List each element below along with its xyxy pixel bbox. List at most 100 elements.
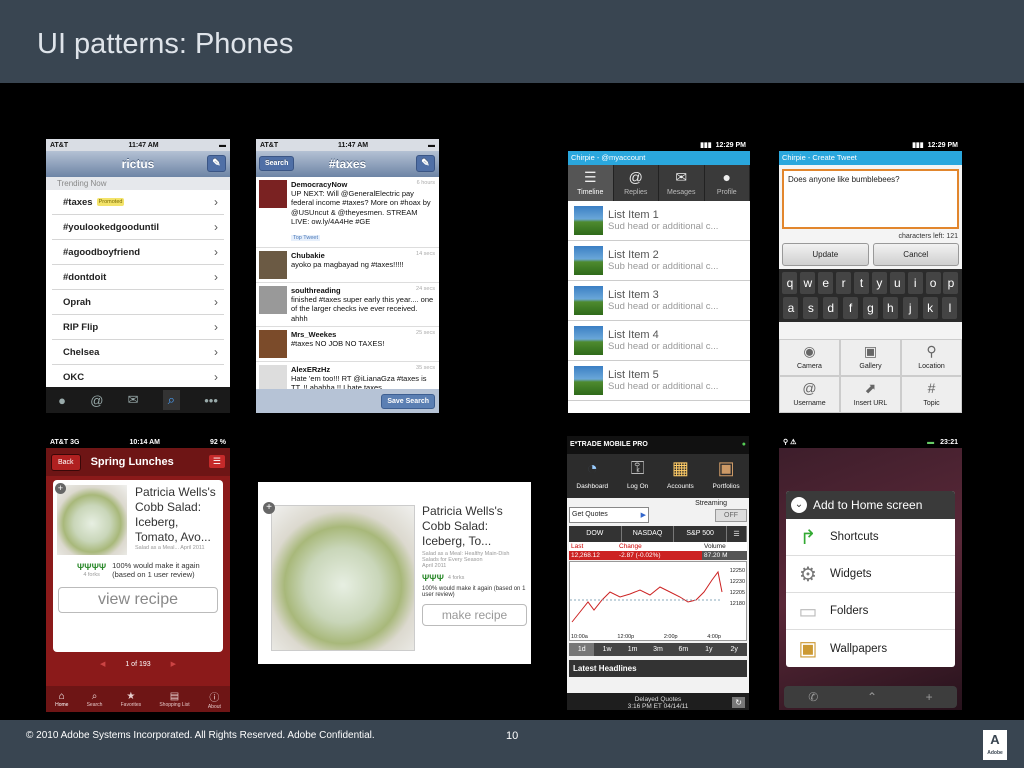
key[interactable]: w bbox=[800, 272, 816, 294]
key[interactable]: s bbox=[803, 297, 819, 319]
portfolios-button[interactable]: ▣ Portfolios bbox=[713, 458, 740, 498]
key[interactable]: d bbox=[823, 297, 839, 319]
option-shortcuts[interactable]: ↱ Shortcuts bbox=[786, 519, 955, 556]
trend-item[interactable]: #taxes Promoted › bbox=[52, 190, 224, 215]
tab-shopping-list[interactable]: ▤ Shopping List bbox=[159, 691, 189, 708]
key[interactable]: r bbox=[836, 272, 852, 294]
key[interactable]: k bbox=[922, 297, 938, 319]
tab-dow[interactable]: DOW bbox=[569, 526, 622, 542]
tweet[interactable]: soulthreading finished #taxes super early… bbox=[256, 283, 439, 328]
tab-profile[interactable]: ● Profile bbox=[705, 165, 750, 201]
key[interactable]: q bbox=[782, 272, 798, 294]
key[interactable]: j bbox=[902, 297, 918, 319]
option-wallpapers[interactable]: ▣ Wallpapers bbox=[786, 630, 955, 667]
tab-about[interactable]: ⓘ About bbox=[208, 689, 221, 710]
key[interactable]: t bbox=[854, 272, 869, 294]
add-icon[interactable]: + bbox=[263, 502, 275, 514]
list-item[interactable]: List Item 3 Sud head or additional c... bbox=[568, 281, 750, 321]
range-tab[interactable]: 2y bbox=[721, 643, 747, 656]
streaming-toggle[interactable]: OFF bbox=[715, 508, 747, 522]
recipe-card[interactable]: + Patricia Wells's Cobb Salad: Iceberg, … bbox=[53, 480, 223, 652]
option-widgets[interactable]: ⚙ Widgets bbox=[786, 556, 955, 593]
accounts-button[interactable]: ▦ Accounts bbox=[667, 458, 694, 498]
tab-messages[interactable]: ✉ Mesages bbox=[659, 165, 705, 201]
list-icon[interactable]: ☰ bbox=[208, 455, 225, 468]
key[interactable]: o bbox=[925, 272, 941, 294]
key[interactable]: e bbox=[818, 272, 834, 294]
tab-sp500[interactable]: S&P 500 bbox=[674, 526, 728, 542]
tab-replies[interactable]: @ Replies bbox=[614, 165, 659, 201]
key[interactable]: p bbox=[943, 272, 959, 294]
tweets-icon[interactable]: ● bbox=[58, 393, 66, 408]
trend-item[interactable]: Chelsea › bbox=[52, 340, 224, 365]
tweet[interactable]: Chubakie ayoko pa magbayad ng #taxes!!!!!… bbox=[256, 248, 439, 284]
tab-search[interactable]: ⌕ Search bbox=[87, 691, 103, 708]
get-quotes-input[interactable]: Get Quotes ▶ bbox=[569, 507, 649, 523]
trend-item[interactable]: #dontdoit › bbox=[52, 265, 224, 290]
app-header: E*TRADE MOBILE PRO ● bbox=[567, 436, 749, 454]
menu-icon[interactable]: ☰ bbox=[727, 526, 748, 542]
phone-icon[interactable]: ✆ bbox=[808, 686, 818, 708]
key[interactable]: u bbox=[889, 272, 905, 294]
save-search-button[interactable]: Save Search bbox=[381, 394, 435, 409]
chevron-up-icon[interactable]: ⌃ bbox=[867, 686, 877, 708]
update-button[interactable]: Update bbox=[782, 243, 869, 266]
next-icon[interactable]: ▶ bbox=[171, 661, 176, 668]
add-icon[interactable]: + bbox=[55, 483, 66, 494]
gallery-button[interactable]: ▣ Gallery bbox=[840, 339, 901, 376]
list-item[interactable]: List Item 2 Sub head or additional c... bbox=[568, 241, 750, 281]
trend-item[interactable]: #youlookedgooduntil › bbox=[52, 215, 224, 240]
messages-icon[interactable]: ✉ bbox=[128, 392, 139, 408]
tweet[interactable]: Mrs_Weekes #taxes NO JOB NO TAXES! 25 secs bbox=[256, 327, 439, 363]
range-tab[interactable]: 1d bbox=[569, 643, 595, 656]
insert-url-button[interactable]: ⬈ Insert URL bbox=[840, 376, 901, 413]
tab-timeline[interactable]: ☰ Timeline bbox=[568, 165, 614, 201]
mentions-icon[interactable]: @ bbox=[90, 393, 103, 408]
tab-favorites[interactable]: ★ Favorites bbox=[121, 691, 142, 708]
tab-nasdaq[interactable]: NASDAQ bbox=[621, 526, 675, 542]
compose-icon[interactable]: ✎ bbox=[207, 155, 226, 172]
username-button[interactable]: @ Username bbox=[779, 376, 840, 413]
trend-item[interactable]: RIP Flip › bbox=[52, 315, 224, 340]
range-tab[interactable]: 6m bbox=[670, 643, 697, 656]
key[interactable]: f bbox=[843, 297, 859, 319]
make-recipe-button[interactable]: make recipe bbox=[422, 604, 527, 626]
back-button[interactable]: Back bbox=[51, 453, 81, 471]
cancel-button[interactable]: Cancel bbox=[872, 243, 959, 266]
trend-item[interactable]: #agoodboyfriend › bbox=[52, 240, 224, 265]
list-item[interactable]: List Item 1 Sud head or additional c... bbox=[568, 201, 750, 241]
plus-icon[interactable]: + bbox=[926, 686, 933, 708]
quote-time: 3:16 PM ET 04/14/11 bbox=[627, 703, 689, 710]
location-button[interactable]: ⚲ Location bbox=[901, 339, 962, 376]
prev-icon[interactable]: ◀ bbox=[100, 661, 105, 668]
tweet-input[interactable]: Does anyone like bumblebees? bbox=[782, 169, 959, 229]
logon-button[interactable]: ⚿ Log On bbox=[627, 458, 648, 498]
more-icon[interactable]: ••• bbox=[204, 393, 218, 408]
option-folders[interactable]: ▭ Folders bbox=[786, 593, 955, 630]
topic-button[interactable]: # Topic bbox=[901, 376, 962, 413]
refresh-icon[interactable]: ↻ bbox=[732, 697, 745, 708]
tab-home[interactable]: ⌂ Home bbox=[55, 691, 68, 708]
list-item[interactable]: List Item 5 Sud head or additional c... bbox=[568, 361, 750, 401]
tweet[interactable]: DemocracyNow UP NEXT: Will @GeneralElectr… bbox=[256, 177, 439, 249]
arrow-right-icon[interactable]: ▶ bbox=[641, 511, 646, 519]
headlines-header[interactable]: Latest Headlines bbox=[569, 660, 747, 677]
view-recipe-button[interactable]: view recipe bbox=[58, 587, 218, 613]
key[interactable]: g bbox=[862, 297, 878, 319]
key[interactable]: h bbox=[882, 297, 898, 319]
compose-icon[interactable]: ✎ bbox=[416, 155, 435, 172]
key[interactable]: l bbox=[942, 297, 958, 319]
range-tab[interactable]: 1y bbox=[696, 643, 722, 656]
key[interactable]: y bbox=[871, 272, 887, 294]
camera-button[interactable]: ◉ Camera bbox=[779, 339, 840, 376]
trend-item[interactable]: Oprah › bbox=[52, 290, 224, 315]
key[interactable]: i bbox=[907, 272, 923, 294]
dashboard-button[interactable]: ◔ Dashboard bbox=[576, 458, 608, 498]
list-item[interactable]: List Item 4 Sud head or additional c... bbox=[568, 321, 750, 361]
back-button[interactable]: Search bbox=[259, 156, 295, 171]
range-tab[interactable]: 1w bbox=[594, 643, 620, 656]
key[interactable]: a bbox=[783, 297, 799, 319]
range-tab[interactable]: 3m bbox=[645, 643, 671, 656]
range-tab[interactable]: 1m bbox=[619, 643, 646, 656]
search-icon[interactable]: ⌕ bbox=[162, 390, 181, 410]
